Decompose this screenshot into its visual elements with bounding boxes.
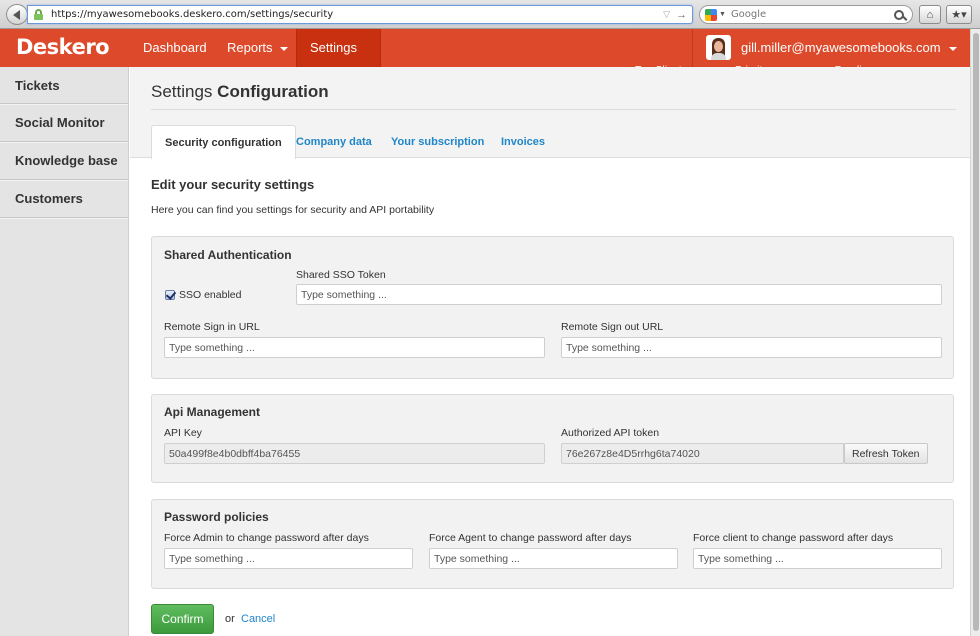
address-bar[interactable]: https://myawesomebooks.deskero.com/setti… <box>27 5 693 24</box>
lock-icon <box>34 9 43 20</box>
back-button[interactable] <box>6 4 28 25</box>
panel-title: Api Management <box>164 405 261 419</box>
history-dropdown-icon[interactable]: ▽ <box>663 9 670 20</box>
agent-password-days-input[interactable] <box>429 548 678 569</box>
tab-security-configuration[interactable]: Security configuration <box>151 125 296 159</box>
sidebar-item-social-monitor[interactable]: Social Monitor <box>0 104 128 142</box>
sidebar: Tickets Social Monitor Knowledge base Cu… <box>0 67 129 636</box>
section-description: Here you can find you settings for secur… <box>151 204 435 216</box>
sso-enabled-label: SSO enabled <box>179 289 242 301</box>
user-email: gill.miller@myawesomebooks.com <box>741 29 957 67</box>
page-header: Settings Configuration Security configur… <box>130 67 970 159</box>
url-text: https://myawesomebooks.deskero.com/setti… <box>51 9 334 20</box>
chevron-down-icon <box>948 46 957 51</box>
confirm-button[interactable]: Confirm <box>151 604 214 634</box>
main-content: Settings Configuration Security configur… <box>130 67 970 636</box>
divider <box>151 109 956 110</box>
search-icon[interactable] <box>894 9 904 20</box>
search-engine-icon[interactable] <box>705 8 717 21</box>
nav-reports[interactable]: Reports <box>213 29 302 67</box>
nav-dashboard-label: Dashboard <box>143 40 207 55</box>
agent-password-label: Force Agent to change password after day… <box>429 532 632 544</box>
sign-out-url-label: Remote Sign out URL <box>561 321 664 333</box>
sign-out-url-input[interactable] <box>561 337 942 358</box>
sidebar-item-customers[interactable]: Customers <box>0 180 128 218</box>
tab-invoices[interactable]: Invoices <box>488 125 558 159</box>
tab-company-data[interactable]: Company data <box>283 125 385 159</box>
scrollbar[interactable] <box>970 29 980 636</box>
api-management-panel: Api Management API Key Authorized API to… <box>151 394 954 483</box>
bookmark-icon: ★▾ <box>951 9 967 21</box>
api-token-label: Authorized API token <box>561 427 660 439</box>
api-key-label: API Key <box>164 427 202 439</box>
nav-settings-label: Settings <box>310 40 357 55</box>
chevron-down-icon <box>279 46 288 51</box>
go-arrow-icon[interactable]: → <box>676 9 687 21</box>
search-engine-caret-icon[interactable]: ▼ <box>719 11 726 18</box>
sign-in-url-label: Remote Sign in URL <box>164 321 260 333</box>
home-button[interactable]: ⌂ <box>919 5 941 24</box>
admin-password-label: Force Admin to change password after day… <box>164 532 369 544</box>
sidebar-item-tickets[interactable]: Tickets <box>0 67 128 104</box>
nav-dashboard[interactable]: Dashboard <box>129 29 221 67</box>
page-title: Settings Configuration <box>151 82 329 101</box>
sso-token-label: Shared SSO Token <box>296 269 386 281</box>
search-bar[interactable]: ▼ Google <box>699 5 913 24</box>
top-navbar: Deskero Dashboard Reports Settings gill.… <box>0 29 970 89</box>
bookmarks-button[interactable]: ★▾ <box>946 5 972 24</box>
panel-title: Password policies <box>164 510 269 524</box>
shared-authentication-panel: Shared Authentication Shared SSO Token S… <box>151 236 954 379</box>
brand-logo[interactable]: Deskero <box>16 35 110 59</box>
api-token-field[interactable] <box>561 443 844 464</box>
nav-reports-label: Reports <box>227 40 273 55</box>
cancel-link[interactable]: Cancel <box>241 613 275 625</box>
password-policies-panel: Password policies Force Admin to change … <box>151 499 954 589</box>
refresh-token-button[interactable]: Refresh Token <box>844 443 928 464</box>
section-title: Edit your security settings <box>151 177 315 192</box>
sso-enabled-checkbox[interactable] <box>165 290 175 300</box>
panel-title: Shared Authentication <box>164 248 292 262</box>
search-input[interactable]: Google <box>731 9 894 20</box>
api-key-field[interactable] <box>164 443 545 464</box>
sign-in-url-input[interactable] <box>164 337 545 358</box>
avatar <box>706 35 731 60</box>
nav-settings[interactable]: Settings <box>296 29 381 89</box>
home-icon: ⌂ <box>926 8 934 21</box>
admin-password-days-input[interactable] <box>164 548 413 569</box>
back-arrow-icon <box>12 9 20 20</box>
or-text: or <box>225 613 235 625</box>
browser-toolbar: https://myawesomebooks.deskero.com/setti… <box>0 0 980 29</box>
user-menu[interactable]: gill.miller@myawesomebooks.com <box>692 29 970 67</box>
client-password-label: Force client to change password after da… <box>693 532 894 544</box>
scrollbar-thumb[interactable] <box>973 33 979 631</box>
tab-your-subscription[interactable]: Your subscription <box>378 125 497 159</box>
sso-token-input[interactable] <box>296 284 942 305</box>
sidebar-item-knowledge-base[interactable]: Knowledge base <box>0 142 128 180</box>
client-password-days-input[interactable] <box>693 548 942 569</box>
